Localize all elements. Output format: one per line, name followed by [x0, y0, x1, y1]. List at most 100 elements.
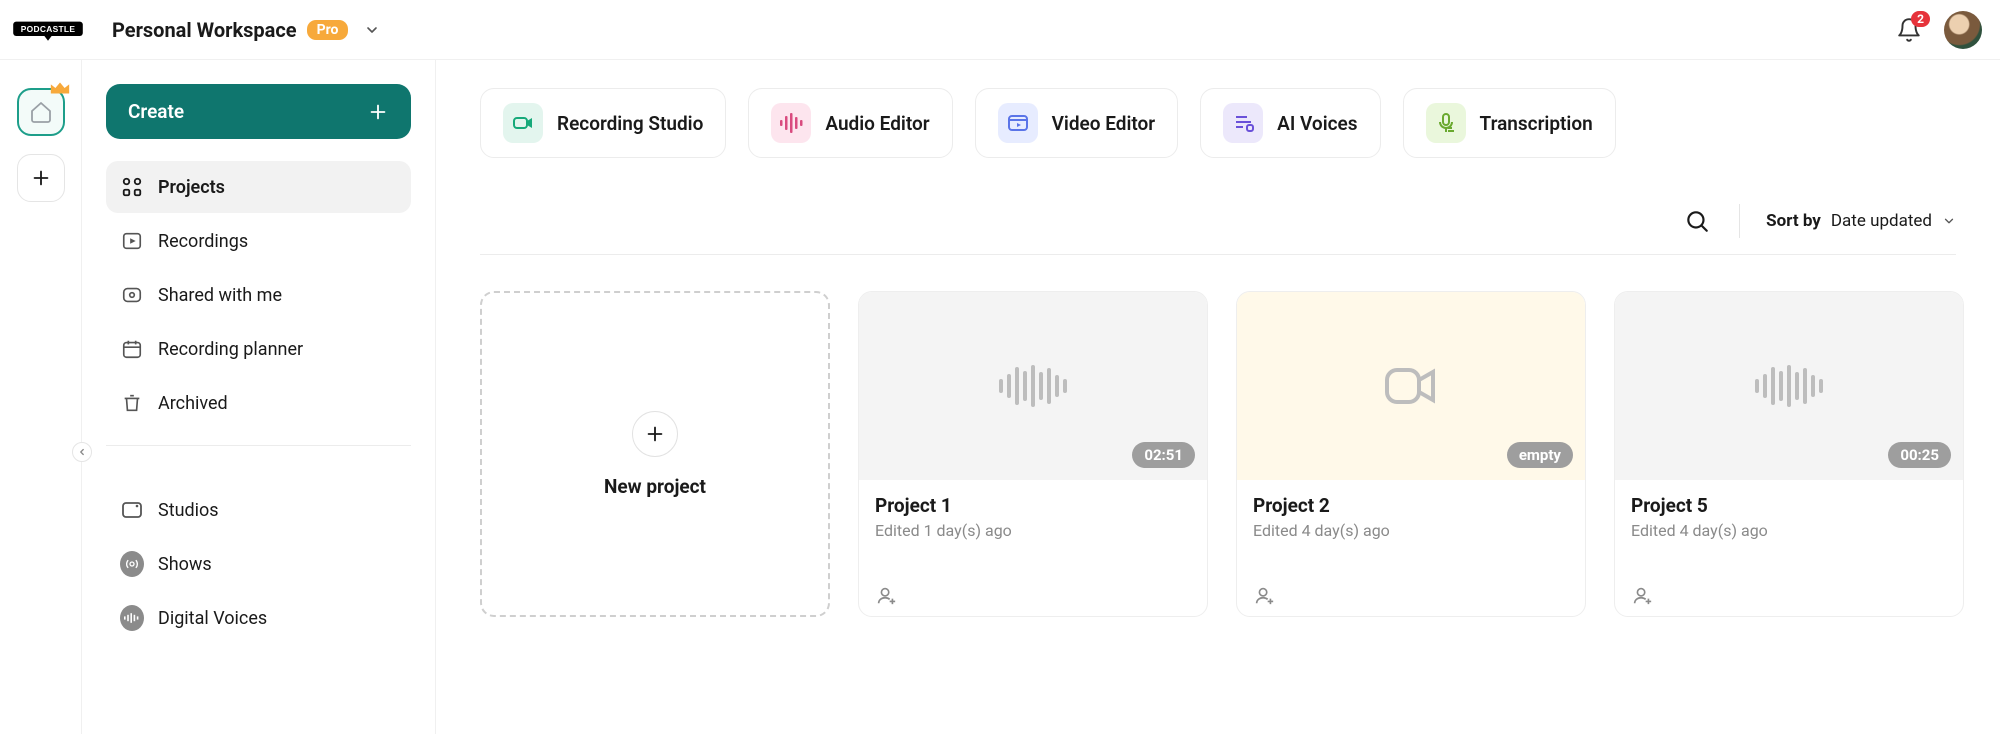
rail-home-button[interactable] — [17, 88, 65, 136]
sidebar-item-projects[interactable]: Projects — [106, 161, 411, 213]
main: Recording Studio Audio Editor Video Edit… — [436, 60, 2000, 734]
waveform-icon — [999, 365, 1067, 407]
divider — [1739, 204, 1740, 238]
mic-icon — [1426, 103, 1466, 143]
new-project-card[interactable]: New project — [480, 291, 830, 617]
search-icon — [1684, 208, 1710, 234]
plus-icon — [367, 101, 389, 123]
chip-label: Audio Editor — [825, 112, 929, 135]
project-thumbnail: empty — [1237, 292, 1585, 480]
grid-icon — [120, 175, 144, 199]
list-toolbar: Sort by Date updated — [480, 204, 1956, 238]
home-icon — [29, 100, 53, 124]
chevron-left-icon — [77, 447, 87, 457]
sidebar-item-voices[interactable]: Digital Voices — [106, 592, 411, 644]
sidebar-item-archived[interactable]: Archived — [106, 377, 411, 429]
share-button[interactable] — [875, 584, 1191, 606]
sidebar-item-label: Recording planner — [158, 339, 303, 360]
sort-label: Sort by — [1766, 211, 1821, 231]
crown-icon — [49, 80, 71, 96]
chip-label: AI Voices — [1277, 112, 1357, 135]
workspace-switcher[interactable]: Personal Workspace Pro — [112, 18, 380, 42]
search-button[interactable] — [1681, 205, 1713, 237]
tool-chips: Recording Studio Audio Editor Video Edit… — [480, 88, 1956, 158]
camera-icon — [503, 103, 543, 143]
user-plus-icon — [1631, 584, 1653, 606]
user-plus-icon — [875, 584, 897, 606]
ai-voices-icon — [1223, 103, 1263, 143]
share-button[interactable] — [1631, 584, 1947, 606]
sidebar-item-planner[interactable]: Recording planner — [106, 323, 411, 375]
chip-label: Video Editor — [1052, 112, 1156, 135]
sort-value: Date updated — [1831, 211, 1932, 231]
project-thumbnail: 02:51 — [859, 292, 1207, 480]
sidebar-item-label: Archived — [158, 393, 228, 414]
new-project-label: New project — [604, 475, 706, 498]
workspace-name: Personal Workspace — [112, 18, 297, 42]
broadcast-icon — [120, 552, 144, 576]
chip-label: Transcription — [1480, 112, 1593, 135]
project-subtitle: Edited 1 day(s) ago — [875, 521, 1191, 540]
duration-badge: 00:25 — [1888, 442, 1951, 468]
sidebar-item-recordings[interactable]: Recordings — [106, 215, 411, 267]
create-button[interactable]: Create — [106, 84, 411, 139]
plus-icon — [30, 167, 52, 189]
sidebar-collapse-button[interactable] — [72, 442, 92, 462]
calendar-icon — [120, 337, 144, 361]
project-card[interactable]: empty Project 2 Edited 4 day(s) ago — [1236, 291, 1586, 617]
svg-text:PODCASTLE: PODCASTLE — [21, 23, 76, 33]
sidebar-item-shows[interactable]: Shows — [106, 538, 411, 590]
logo[interactable]: PODCASTLE — [12, 14, 84, 46]
chip-video-editor[interactable]: Video Editor — [975, 88, 1179, 158]
avatar[interactable] — [1944, 11, 1982, 49]
project-title: Project 2 — [1253, 494, 1569, 517]
project-thumbnail: 00:25 — [1615, 292, 1963, 480]
left-rail — [0, 60, 82, 734]
duration-badge: 02:51 — [1132, 442, 1195, 468]
sidebar-item-label: Recordings — [158, 231, 248, 252]
share-button[interactable] — [1253, 584, 1569, 606]
chip-audio-editor[interactable]: Audio Editor — [748, 88, 952, 158]
chip-recording-studio[interactable]: Recording Studio — [480, 88, 726, 158]
waveform-icon — [771, 103, 811, 143]
rail-add-button[interactable] — [17, 154, 65, 202]
camera-outline-icon — [1383, 364, 1439, 408]
notifications-button[interactable]: 2 — [1896, 17, 1922, 43]
project-subtitle: Edited 4 day(s) ago — [1631, 521, 1947, 540]
user-plus-icon — [1253, 584, 1275, 606]
project-card[interactable]: 02:51 Project 1 Edited 1 day(s) ago — [858, 291, 1208, 617]
divider — [480, 254, 1956, 255]
create-label: Create — [128, 100, 184, 123]
divider — [106, 445, 411, 446]
app-bar: PODCASTLE Personal Workspace Pro 2 — [0, 0, 2000, 60]
project-title: Project 5 — [1631, 494, 1947, 517]
plan-badge: Pro — [307, 20, 349, 40]
sidebar-item-shared[interactable]: Shared with me — [106, 269, 411, 321]
project-grid: New project 02:51 Project 1 Edited 1 day… — [480, 291, 1956, 617]
chevron-down-icon — [364, 22, 380, 38]
voice-icon — [120, 606, 144, 630]
recordings-icon — [120, 229, 144, 253]
project-card[interactable]: 00:25 Project 5 Edited 4 day(s) ago — [1614, 291, 1964, 617]
sort-dropdown[interactable]: Sort by Date updated — [1766, 211, 1956, 231]
project-title: Project 1 — [875, 494, 1191, 517]
chip-ai-voices[interactable]: AI Voices — [1200, 88, 1380, 158]
sidebar-item-label: Studios — [158, 500, 219, 521]
chevron-down-icon — [1942, 214, 1956, 228]
sidebar-item-studios[interactable]: Studios — [106, 484, 411, 536]
duration-badge: empty — [1507, 442, 1573, 468]
trash-icon — [120, 391, 144, 415]
waveform-icon — [1755, 365, 1823, 407]
sidebar-item-label: Shared with me — [158, 285, 282, 306]
sidebar-item-label: Digital Voices — [158, 608, 267, 629]
project-subtitle: Edited 4 day(s) ago — [1253, 521, 1569, 540]
chip-transcription[interactable]: Transcription — [1403, 88, 1616, 158]
studio-icon — [120, 498, 144, 522]
notifications-count: 2 — [1911, 11, 1930, 27]
sidebar-item-label: Projects — [158, 177, 225, 198]
chip-label: Recording Studio — [557, 112, 703, 135]
plus-icon — [632, 411, 678, 457]
shared-icon — [120, 283, 144, 307]
video-icon — [998, 103, 1038, 143]
sidebar-item-label: Shows — [158, 554, 212, 575]
